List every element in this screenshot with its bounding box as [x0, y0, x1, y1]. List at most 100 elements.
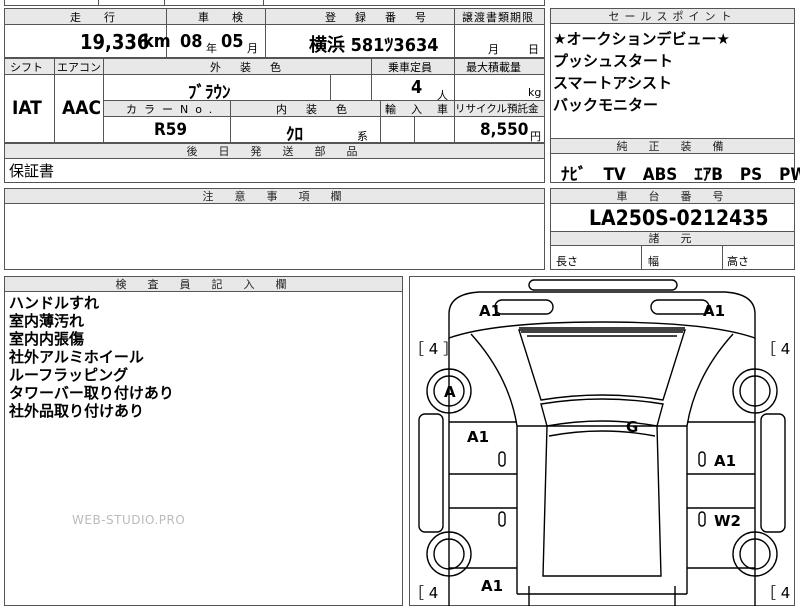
car-diagram: ［ 4 ］ ［ 4 ］ ［ 4 ［ 4 A1 A1 A A1 G A1 W2 A…: [409, 279, 795, 606]
top-cut-divider: [98, 0, 99, 6]
specs-col-divider: [230, 100, 231, 143]
top-cut-divider: [263, 0, 264, 6]
mark-door-fl: A1: [467, 428, 489, 446]
mark-front-right: A1: [703, 302, 725, 320]
diagram-tire-br: ［ 4: [761, 584, 790, 602]
specs-col-divider: [330, 74, 331, 100]
mileage-label: 走 行: [70, 11, 121, 24]
inspector-item: 室内薄汚れ: [9, 312, 85, 330]
chassis-value: LA250S-0212435: [589, 206, 769, 230]
specs-col-divider: [371, 58, 372, 100]
front-bumper: [528, 279, 678, 291]
dimensions-col-divider: [641, 246, 642, 270]
later-parts-value: 保証書: [9, 162, 55, 180]
mark-roof: G: [626, 418, 638, 436]
int-color-value: ｸﾛ: [286, 125, 303, 145]
shift-label: シフト: [10, 61, 43, 74]
width-label: 幅: [648, 255, 659, 268]
capacity-label: 乗車定員: [388, 61, 432, 74]
import-label: 輸 入 車: [385, 103, 450, 116]
inspector-label: 検 査 員 記 入 欄: [5, 277, 402, 292]
int-color-label: 内 装 色: [276, 103, 351, 116]
watermark: WEB-STUDIO.PRO: [72, 513, 186, 527]
specs-col-divider: [380, 100, 381, 143]
aircon-value: AAC: [62, 97, 102, 119]
sales-point-item: スマートアシスト: [553, 74, 672, 92]
inspector-item: 室内内張傷: [9, 330, 85, 348]
roof: [540, 398, 664, 427]
inspection-label: 車 検: [198, 11, 249, 24]
door-handle: [698, 451, 706, 467]
sales-points-label: セールスポイント: [551, 9, 794, 24]
specs-col-divider: [414, 116, 415, 143]
inspection-month: 05: [221, 31, 244, 52]
grille-right: [650, 299, 710, 315]
dimensions-col-divider: [722, 246, 723, 270]
mark-rear-left: A1: [481, 577, 503, 595]
inspector-item: 社外アルミホイール: [9, 348, 144, 366]
shift-value: IAT: [12, 97, 42, 119]
capacity-value: 4: [411, 77, 423, 98]
specs-col-divider: [103, 58, 104, 143]
registration-label: 登 録 番 号: [325, 11, 430, 24]
recycle-label: リサイクル預託金: [455, 103, 539, 115]
body-outline: [448, 338, 756, 606]
inspection-year: 08: [180, 31, 203, 52]
roof-panel: [542, 425, 662, 577]
recycle-value: 8,550: [480, 120, 529, 140]
max-load-unit: kg: [528, 86, 542, 99]
later-parts-label: 後 日 発 送 部 品: [5, 144, 544, 159]
diagram-tire-tr: ［ 4 ］: [761, 340, 795, 358]
chassis-label: 車 台 番 号: [551, 189, 794, 204]
rear-bottom: [517, 586, 687, 606]
equipment-label: 純 正 装 備: [551, 139, 794, 154]
transfer-day-unit: 日: [528, 43, 539, 56]
int-color-suffix: 系: [357, 130, 368, 143]
mileage-value: 19,336: [80, 30, 150, 54]
inspection-year-unit: 年: [206, 42, 217, 55]
side-right: [760, 413, 786, 533]
max-load-label: 最大積載量: [466, 61, 521, 74]
registration-value: 横浜 581ﾂ3634: [309, 35, 439, 56]
inspector-item: ハンドルすれ: [9, 294, 100, 312]
color-no-value: R59: [154, 120, 188, 140]
inspector-item: ルーフラッピング: [9, 366, 129, 384]
door-handle: [498, 511, 506, 527]
aircon-label: エアコン: [57, 61, 101, 74]
inspector-item: 社外品取り付けあり: [9, 402, 145, 420]
transfer-docs-label: 譲渡書類期限: [462, 11, 534, 24]
door-handle: [498, 451, 506, 467]
ext-color-label: 外 装 色: [210, 61, 285, 74]
grille-left: [494, 299, 554, 315]
sales-point-item: ★オークションデビュー★: [553, 30, 730, 48]
transfer-month-unit: 月: [488, 43, 499, 56]
mark-door-rr: W2: [714, 512, 741, 530]
header-col-divider: [454, 8, 455, 58]
sales-point-item: バックモニター: [553, 96, 659, 114]
color-no-label: カラーNo.: [126, 103, 220, 116]
dimensions-label: 諸 元: [551, 232, 794, 246]
diagram-tire-tl: ［ 4 ］: [409, 340, 458, 358]
mileage-unit: km: [143, 31, 171, 52]
top-cut-row: [4, 0, 545, 6]
sales-point-item: プッシュスタート: [553, 52, 674, 70]
specs-col-divider: [54, 58, 55, 143]
height-label: 高さ: [727, 255, 749, 268]
inspector-item: タワーバー取り付けあり: [9, 384, 174, 402]
rear-window: [548, 430, 656, 437]
mark-wheel-left: A: [444, 383, 456, 401]
side-left: [418, 413, 444, 533]
recycle-unit: 円: [530, 130, 541, 143]
door-handle: [698, 511, 706, 527]
length-label: 長さ: [556, 255, 578, 268]
inspection-month-unit: 月: [247, 42, 258, 55]
header-col-divider: [265, 8, 266, 58]
ext-color-value: ﾌﾞﾗｳﾝ: [188, 83, 231, 103]
equipment-value: ﾅﾋﾞ TV ABS ｴｱB PS PW: [561, 165, 800, 185]
mark-front-left: A1: [479, 302, 501, 320]
top-cut-divider: [164, 0, 165, 6]
notes-label: 注 意 事 項 欄: [5, 189, 544, 204]
body-inner-left: [470, 333, 518, 594]
diagram-tire-bl: ［ 4: [409, 584, 438, 602]
windshield: [518, 329, 686, 401]
